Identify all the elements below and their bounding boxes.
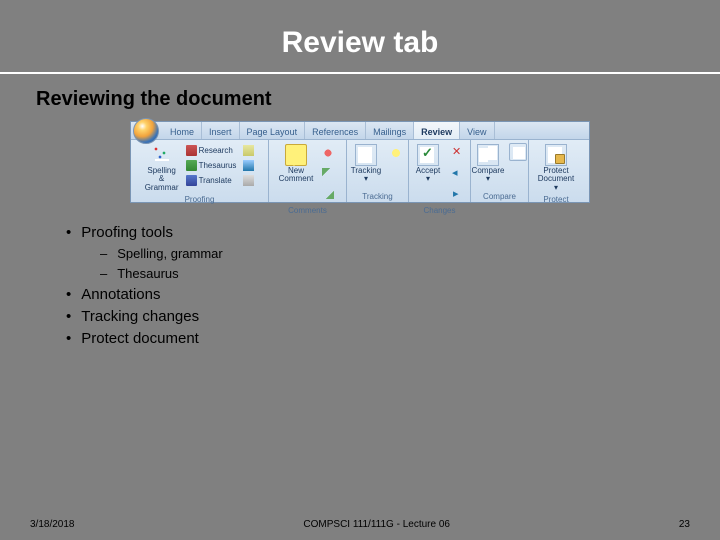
previous-change-button[interactable] [448, 165, 466, 183]
slide-title: Review tab [0, 0, 720, 74]
chevron-down-icon: ▾ [426, 175, 430, 183]
research-label: Research [199, 146, 233, 155]
group-comments-label: Comments [272, 205, 343, 216]
spelling-grammar-button[interactable]: Spelling & Grammar [143, 142, 181, 194]
group-proofing-label: Proofing [134, 194, 265, 205]
track-changes-button[interactable]: Tracking ▾ [349, 142, 383, 186]
ribbon-tabstrip: Home Insert Page Layout References Maili… [131, 122, 589, 140]
group-compare: Compare ▾ Compare [471, 140, 529, 202]
group-changes: Accept ▾ Changes [409, 140, 471, 202]
tab-view[interactable]: View [460, 122, 494, 139]
set-language-button[interactable] [241, 158, 256, 172]
footer-course: COMPSCI 111/111G - Lecture 06 [303, 519, 450, 530]
research-icon [186, 145, 197, 156]
translate-label: Translate [199, 176, 232, 185]
word-ribbon: Home Insert Page Layout References Maili… [130, 121, 590, 203]
compare-icon [477, 144, 499, 166]
tab-references[interactable]: References [305, 122, 366, 139]
comment-icon [285, 144, 307, 166]
bullet-protect: Protect document [66, 330, 720, 347]
next-change-button[interactable] [448, 186, 466, 204]
footer-date: 3/18/2018 [30, 519, 75, 530]
footer-page: 23 [679, 519, 690, 530]
group-comments: New Comment Comments [269, 140, 347, 202]
tab-home[interactable]: Home [163, 122, 202, 139]
chevron-down-icon: ▾ [364, 175, 368, 183]
word-count-button[interactable] [241, 173, 256, 187]
new-comment-button[interactable]: New Comment [277, 142, 315, 186]
translate-button[interactable]: Translate [184, 173, 239, 187]
slide-footer: 3/18/2018 COMPSCI 111/111G - Lecture 06 … [0, 519, 720, 530]
previous-comment-button[interactable] [319, 165, 337, 183]
spelling-icon [151, 144, 173, 166]
language-icon [243, 160, 254, 171]
update-ime-button[interactable] [241, 143, 256, 157]
compare-button[interactable]: Compare ▾ [471, 142, 505, 186]
protect-icon [545, 144, 567, 166]
group-compare-label: Compare [474, 191, 525, 202]
spelling-label: Spelling & Grammar [144, 167, 180, 192]
subbullet-thesaurus: Thesaurus [100, 266, 720, 281]
subbullet-spelling: Spelling, grammar [100, 246, 720, 261]
show-source-button[interactable] [509, 143, 527, 161]
slide-body: Proofing tools Spelling, grammar Thesaur… [0, 203, 720, 347]
tab-insert[interactable]: Insert [202, 122, 240, 139]
thesaurus-icon [186, 160, 197, 171]
update-icon [243, 145, 254, 156]
thesaurus-button[interactable]: Thesaurus [184, 158, 239, 172]
delete-comment-button[interactable] [319, 144, 337, 162]
next-comment-button[interactable] [319, 186, 337, 204]
group-protect: Protect Document ▾ Protect [529, 140, 583, 202]
group-proofing: Spelling & Grammar Research Thesaurus Tr… [131, 140, 269, 202]
bullet-proofing: Proofing tools [66, 224, 720, 241]
research-button[interactable]: Research [184, 143, 239, 157]
tab-review[interactable]: Review [414, 122, 460, 139]
balloons-button[interactable] [387, 144, 405, 162]
group-protect-label: Protect [532, 194, 580, 205]
track-changes-icon [355, 144, 377, 166]
tab-mailings[interactable]: Mailings [366, 122, 414, 139]
group-tracking-label: Tracking [350, 191, 405, 202]
chevron-down-icon: ▾ [486, 175, 490, 183]
slide-subtitle: Reviewing the document [0, 74, 720, 121]
wordcount-icon [243, 175, 254, 186]
thesaurus-label: Thesaurus [199, 161, 237, 170]
translate-icon [186, 175, 197, 186]
protect-label: Protect Document [534, 167, 578, 184]
chevron-down-icon: ▾ [554, 184, 558, 192]
accept-button[interactable]: Accept ▾ [412, 142, 444, 186]
bullet-tracking: Tracking changes [66, 308, 720, 325]
protect-document-button[interactable]: Protect Document ▾ [533, 142, 579, 194]
reject-button[interactable] [448, 144, 466, 162]
group-tracking: Tracking ▾ Tracking [347, 140, 409, 202]
group-changes-label: Changes [412, 205, 467, 216]
bullet-annotations: Annotations [66, 286, 720, 303]
tab-page-layout[interactable]: Page Layout [240, 122, 306, 139]
accept-icon [417, 144, 439, 166]
ribbon-body: Spelling & Grammar Research Thesaurus Tr… [131, 140, 589, 202]
